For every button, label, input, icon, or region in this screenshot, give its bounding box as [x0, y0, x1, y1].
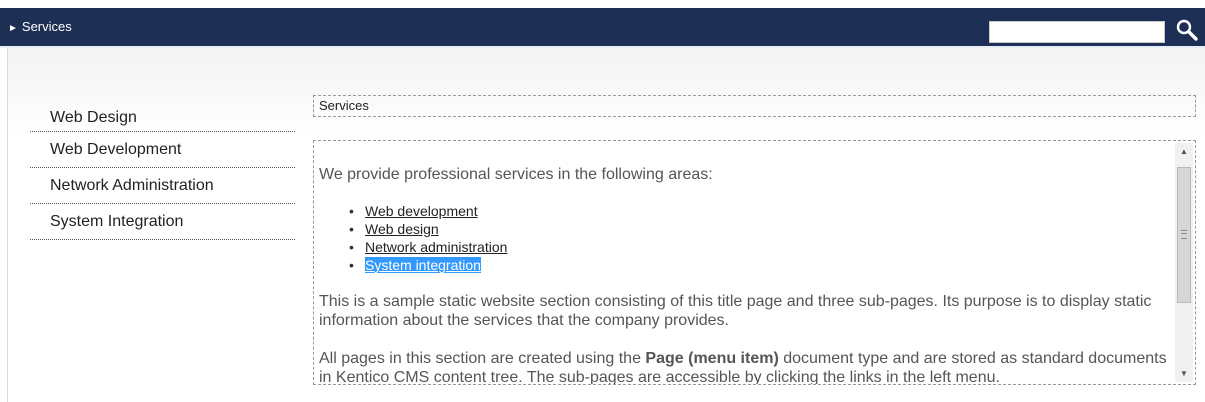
scroll-thumb[interactable]	[1177, 167, 1191, 303]
search-icon	[1176, 19, 1198, 41]
list-item: Network administration	[349, 238, 507, 256]
breadcrumb-label: Services	[21, 19, 72, 34]
search-input[interactable]	[989, 21, 1165, 43]
sidebar-menu: Web Design Web Development Network Admin…	[30, 96, 295, 240]
sidebar-item-system-integration[interactable]: System Integration	[30, 204, 295, 240]
paragraph-description: This is a sample static website section …	[319, 293, 1152, 329]
document-type-name: Page (menu item)	[645, 350, 779, 367]
breadcrumb-arrow-icon: ►	[8, 23, 18, 34]
paragraph-pages-start: All pages in this section are created us…	[319, 350, 646, 367]
link-network-administration[interactable]: Network administration	[365, 239, 507, 255]
list-item: System integration	[349, 256, 507, 274]
top-bar: ► Services	[0, 8, 1205, 48]
link-system-integration[interactable]: System integration	[365, 257, 481, 273]
breadcrumb[interactable]: ► Services	[8, 19, 72, 34]
sidebar-item-web-design[interactable]: Web Design	[30, 96, 295, 132]
intro-text: We provide professional services in the …	[319, 166, 713, 183]
search-button[interactable]	[1174, 18, 1200, 44]
page-title: Services	[313, 95, 1196, 117]
content-scrollbar[interactable]: ▲ ▼	[1175, 143, 1193, 382]
list-item: Web design	[349, 220, 507, 238]
scroll-down-arrow-icon[interactable]: ▼	[1175, 365, 1193, 382]
services-list: Web development Web design Network admin…	[349, 202, 507, 274]
sidebar-item-network-administration[interactable]: Network Administration	[30, 168, 295, 204]
scroll-up-arrow-icon[interactable]: ▲	[1175, 143, 1193, 160]
content-area: We provide professional services in the …	[313, 140, 1196, 385]
list-item: Web development	[349, 202, 507, 220]
page-left-border	[7, 48, 8, 402]
paragraph-pages: All pages in this section are created us…	[319, 349, 1169, 384]
sidebar-item-web-development[interactable]: Web Development	[30, 132, 295, 168]
link-web-development[interactable]: Web development	[365, 203, 478, 219]
link-web-design[interactable]: Web design	[365, 221, 439, 237]
grip-icon	[1181, 230, 1187, 239]
